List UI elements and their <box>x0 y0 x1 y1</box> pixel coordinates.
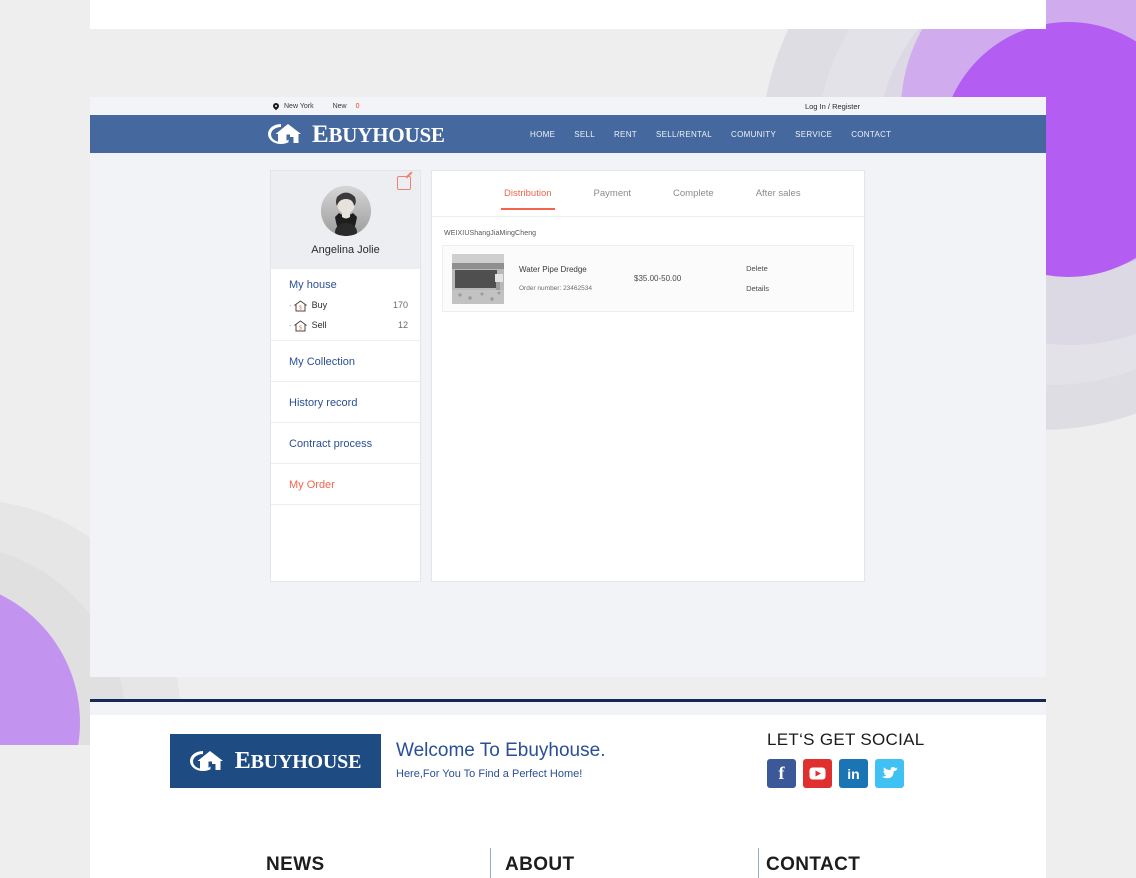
page-wrapper: New York New 0 Log In / Register EBUYHOU… <box>90 97 1046 878</box>
sidebar-item-sell[interactable]: - $ Sell 12 <box>289 319 420 332</box>
body-area: Angelina Jolie My house - $ Buy 170 - $ … <box>90 153 1046 677</box>
ebuyhouse-logo-icon <box>268 121 308 147</box>
pipe-photo-thumbnail[interactable] <box>452 253 504 304</box>
nav-item-sell[interactable]: SELL <box>574 130 595 139</box>
footer-brand-initial: E <box>234 748 251 774</box>
profile-card: Angelina Jolie <box>271 171 420 268</box>
profile-name: Angelina Jolie <box>311 244 380 256</box>
linkedin-icon[interactable]: in <box>839 759 868 788</box>
order-tabs: Distribution Payment Complete After sale… <box>432 171 864 217</box>
order-info: Water Pipe Dredge Order number: 23462534 <box>519 265 634 292</box>
sidebar-item-history-record[interactable]: History record <box>271 381 420 422</box>
avatar <box>320 186 371 236</box>
sidebar-buy-count: 170 <box>392 300 408 310</box>
footer-welcome-title: Welcome To Ebuyhouse. <box>396 740 606 761</box>
ebuyhouse-logo-icon <box>189 748 230 774</box>
footer-brand-rest: BUYHOUSE <box>250 751 362 773</box>
sidebar-item-my-collection[interactable]: My Collection <box>271 340 420 381</box>
tab-after-sales[interactable]: After sales <box>756 171 801 216</box>
social-title: LET‘S GET SOCIAL <box>767 730 925 749</box>
tree-dash: - <box>289 300 292 310</box>
order-number: Order number: 23462534 <box>519 285 592 292</box>
tab-distribution[interactable]: Distribution <box>501 171 555 216</box>
footer-welcome-block: Welcome To Ebuyhouse. Here,For You To Fi… <box>396 740 605 780</box>
footer-welcome-subtitle: Here,For You To Find a Perfect Home! <box>396 768 583 780</box>
svg-text:$: $ <box>299 305 302 312</box>
shop-name: WEIXIUShangJiaMingCheng <box>444 230 537 237</box>
linkedin-glyph: in <box>847 765 860 782</box>
footer-divider-1 <box>490 848 491 878</box>
new-label[interactable]: New <box>333 103 347 110</box>
order-title: Water Pipe Dredge <box>519 265 587 274</box>
youtube-icon[interactable] <box>803 759 832 788</box>
facebook-glyph: f <box>778 763 785 783</box>
footer-column-news[interactable]: NEWS <box>266 854 325 876</box>
order-price: $35.00-50.00 <box>634 274 682 283</box>
edit-square-icon[interactable] <box>397 176 411 190</box>
order-content-panel: Distribution Payment Complete After sale… <box>431 170 865 582</box>
brand-initial: E <box>312 120 329 148</box>
footer-column-about[interactable]: ABOUT <box>505 854 575 876</box>
footer-gap <box>90 702 1046 715</box>
nav-item-sell-rental[interactable]: SELL/RENTAL <box>656 130 712 139</box>
house-dollar-icon: $ <box>293 319 308 332</box>
facebook-icon[interactable]: f <box>767 759 796 788</box>
order-details-link[interactable]: Details <box>746 284 769 293</box>
tree-dash: - <box>289 320 292 330</box>
brand-logo[interactable]: EBUYHOUSE <box>268 121 445 147</box>
sidebar-item-buy[interactable]: - $ Buy 170 <box>289 299 420 312</box>
sidebar-item-my-house[interactable]: My house <box>289 279 420 291</box>
login-register-link[interactable]: Log In / Register <box>805 102 860 111</box>
sidebar-item-contract-process[interactable]: Contract process <box>271 422 420 463</box>
nav-links: HOME SELL RENT SELL/RENTAL COMUNITY SERV… <box>530 130 891 139</box>
sidebar-section-my-house: My house - $ Buy 170 - $ Sell 12 <box>271 268 420 340</box>
utility-bar: New York New 0 Log In / Register <box>90 97 1046 115</box>
footer-bottom: NEWS ABOUT CONTACT <box>90 821 1046 878</box>
order-row: Water Pipe Dredge Order number: 23462534… <box>442 245 854 312</box>
twitter-icon[interactable] <box>875 759 904 788</box>
map-pin-icon <box>273 103 279 109</box>
sidebar-my-order-label: My Order <box>289 479 335 491</box>
sidebar-sell-count: 12 <box>397 320 408 330</box>
tab-complete[interactable]: Complete <box>673 171 714 216</box>
footer-divider-2 <box>758 848 759 878</box>
top-white-strip <box>90 0 1046 29</box>
sidebar-sell-label: Sell <box>311 320 327 330</box>
sidebar-buy-label: Buy <box>311 300 328 310</box>
account-sidebar: Angelina Jolie My house - $ Buy 170 - $ … <box>270 170 421 582</box>
nav-item-rent[interactable]: RENT <box>614 130 637 139</box>
footer-column-contact[interactable]: CONTACT <box>766 854 860 876</box>
nav-item-contact[interactable]: CONTACT <box>851 130 891 139</box>
sidebar-history-record-label: History record <box>289 397 358 409</box>
new-count-badge: 0 <box>355 102 360 110</box>
footer-brand-logo[interactable]: EBUYHOUSE <box>170 734 381 788</box>
tab-payment[interactable]: Payment <box>594 171 632 216</box>
location-label: New York <box>284 102 314 110</box>
main-navbar: EBUYHOUSE HOME SELL RENT SELL/RENTAL COM… <box>90 115 1046 153</box>
brand-wordmark: EBUYHOUSE <box>312 122 445 147</box>
brand-rest: BUYHOUSE <box>328 122 445 147</box>
nav-item-service[interactable]: SERVICE <box>795 130 832 139</box>
footer-brand-wordmark: EBUYHOUSE <box>234 748 362 774</box>
house-dollar-icon: $ <box>293 299 308 312</box>
svg-text:$: $ <box>299 325 302 332</box>
sidebar-item-my-order[interactable]: My Order <box>271 463 420 504</box>
nav-item-home[interactable]: HOME <box>530 130 555 139</box>
social-block: LET‘S GET SOCIAL f in <box>767 730 925 788</box>
sidebar-my-collection-label: My Collection <box>289 356 356 368</box>
order-actions: Delete Details <box>746 264 769 293</box>
sidebar-contract-process-label: Contract process <box>289 438 373 450</box>
footer-main: EBUYHOUSE Welcome To Ebuyhouse. Here,For… <box>90 715 1046 821</box>
order-delete-link[interactable]: Delete <box>746 264 769 273</box>
utility-location[interactable]: New York New 0 <box>273 103 360 110</box>
sidebar-empty-space <box>271 504 420 595</box>
social-icons: f in <box>767 759 925 788</box>
nav-item-comunity[interactable]: COMUNITY <box>731 130 776 139</box>
